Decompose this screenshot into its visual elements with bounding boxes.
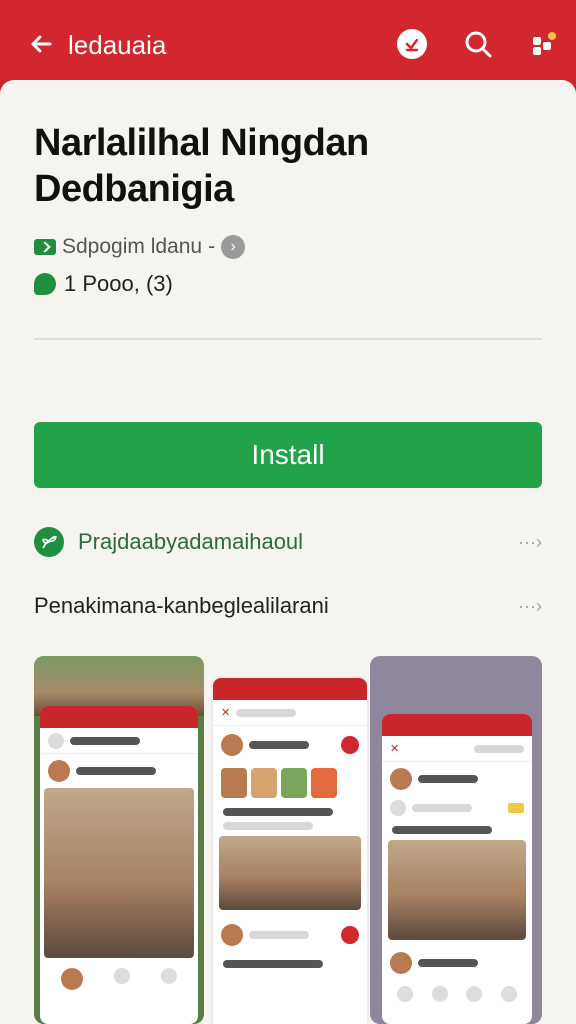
sprout-icon: [34, 527, 64, 557]
info-row-first-label: Prajdaabyadamaihaoul: [78, 529, 304, 554]
phone-mockup: [40, 706, 198, 1024]
phone-status-bar: [382, 714, 532, 736]
screenshot-thumbnail[interactable]: ✕: [370, 656, 542, 1024]
phone-mockup: ✕: [382, 714, 532, 1024]
developer-name: Sdpogim ldanu: [62, 235, 203, 258]
text-line: [223, 960, 323, 968]
info-row-first[interactable]: Prajdaabyadamaihaoul ··· ›: [34, 522, 542, 562]
downloads-row: 1 Pooo, (3): [34, 268, 173, 300]
app-title: Narlalilhal Ningdan Dedbanigia: [34, 120, 534, 212]
phone-toolbar: ✕: [213, 700, 367, 726]
phone-status-bar: [213, 678, 367, 700]
text-line: [223, 822, 313, 830]
app-bar: ledauaia: [0, 0, 576, 80]
post-photo: [219, 836, 361, 910]
app-title-line2: Dedbanigia: [34, 168, 234, 210]
download-badge-button[interactable]: [394, 26, 430, 62]
text-line: [392, 826, 492, 834]
info-row-second[interactable]: Penakimana-kanbeglealilarani ··· ›: [34, 586, 542, 626]
search-button[interactable]: [460, 26, 496, 62]
row-more-icon: ··· ›: [518, 531, 542, 552]
row-more-icon: ··· ›: [518, 595, 542, 616]
search-icon: [465, 31, 492, 58]
divider: [34, 338, 542, 340]
back-button[interactable]: [26, 28, 58, 60]
child-photo: [44, 788, 194, 958]
phone-list-item: [213, 916, 367, 954]
screenshot-carousel[interactable]: ✕ ✕: [34, 656, 542, 1024]
info-row-second-label: Penakimana-kanbeglealilarani: [34, 593, 329, 618]
phone-avatar-row: [213, 764, 367, 802]
app-title-line1: Narlalilhal Ningdan: [34, 122, 369, 164]
downloads-count: 1 Pooo, (3): [64, 271, 173, 296]
phone-status-bar: [40, 706, 198, 728]
phone-list-item: [382, 796, 532, 820]
more-menu-button[interactable]: [526, 26, 562, 62]
phone-list-item: [382, 946, 532, 980]
app-details-sheet: Narlalilhal Ningdan Dedbanigia Sdpogim l…: [0, 80, 576, 1024]
phone-bottom-bar: [382, 980, 532, 1008]
post-photo: [388, 840, 526, 940]
phone-list-item: [382, 762, 532, 796]
phone-list-item: [40, 754, 198, 788]
arrow-left-icon: [31, 35, 52, 53]
phone-toolbar: ✕: [382, 736, 532, 762]
page-title: ledauaia: [68, 30, 167, 60]
screenshot-thumbnail[interactable]: ✕: [211, 676, 369, 1024]
phone-bottom-bar: [40, 958, 198, 1000]
separator-dash: -: [208, 235, 216, 258]
screenshot-thumbnail[interactable]: [34, 656, 204, 1024]
download-badge-icon: [397, 29, 427, 59]
phone-toolbar: [40, 728, 198, 754]
phone-list-item: [213, 726, 367, 764]
install-button[interactable]: Install: [34, 422, 542, 488]
developer-row[interactable]: Sdpogim ldanu - ›: [34, 232, 246, 262]
chevron-right-icon: ›: [221, 235, 246, 259]
verified-tag-icon: [34, 239, 56, 255]
leaf-icon: [34, 273, 56, 295]
grid-dots-icon: [533, 32, 556, 55]
text-line: [223, 808, 333, 816]
